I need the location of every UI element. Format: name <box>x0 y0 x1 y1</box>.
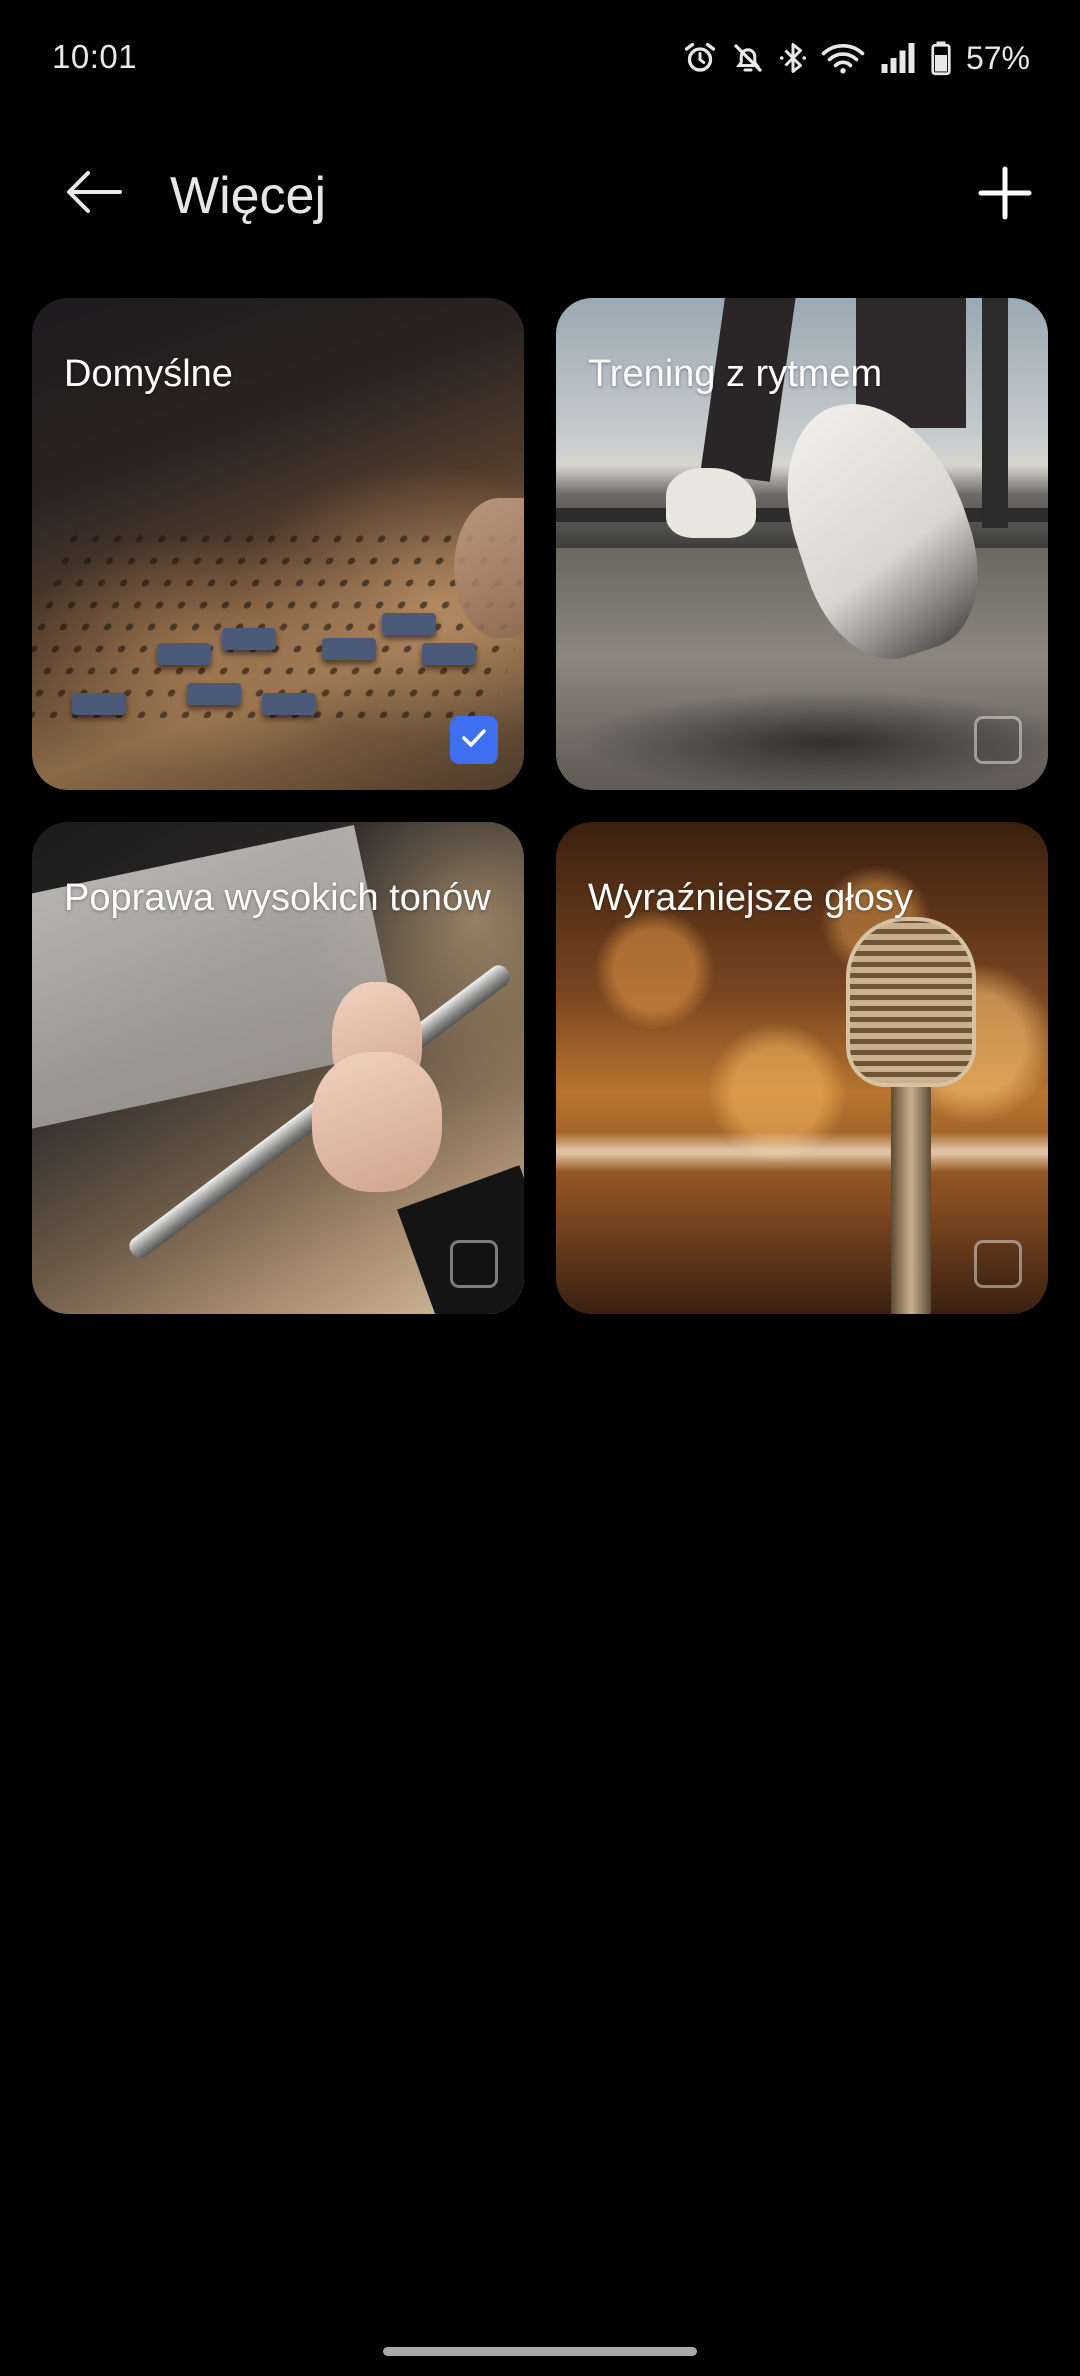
status-bar: 10:01 57% <box>0 0 1080 120</box>
bluetooth-icon <box>778 40 808 76</box>
add-button[interactable] <box>970 160 1040 230</box>
status-icons: 57% <box>682 36 1030 80</box>
card-rhythm-training[interactable]: Trening z rytmem <box>556 298 1048 790</box>
screen: 10:01 57% Więcej Domyślne Trening z rytm… <box>0 0 1080 2376</box>
sound-profile-grid: Domyślne Trening z rytmem Poprawa wysoki… <box>32 298 1048 1314</box>
card-checkbox[interactable] <box>974 716 1022 764</box>
card-default[interactable]: Domyślne <box>32 298 524 790</box>
wifi-icon <box>820 40 866 76</box>
checkmark-icon <box>458 722 490 759</box>
card-checkbox[interactable] <box>450 1240 498 1288</box>
card-checkbox[interactable] <box>974 1240 1022 1288</box>
card-title: Trening z rytmem <box>588 353 883 395</box>
page-title: Więcej <box>170 167 327 225</box>
status-time: 10:01 <box>52 38 138 75</box>
card-title: Wyraźniejsze głosy <box>588 877 913 919</box>
back-button[interactable] <box>56 164 132 224</box>
card-clearer-voices[interactable]: Wyraźniejsze głosy <box>556 822 1048 1314</box>
card-treble-boost[interactable]: Poprawa wysokich tonów <box>32 822 524 1314</box>
header: Więcej <box>0 150 1080 240</box>
signal-icon <box>878 40 918 76</box>
alarm-icon <box>682 40 718 76</box>
plus-icon <box>977 165 1033 226</box>
home-indicator[interactable] <box>383 2347 697 2356</box>
battery-percent: 57% <box>965 39 1030 76</box>
card-title: Domyślne <box>64 353 233 395</box>
battery-icon <box>930 40 952 76</box>
card-checkbox-checked[interactable] <box>450 716 498 764</box>
back-arrow-icon <box>64 167 124 222</box>
card-title: Poprawa wysokich tonów <box>64 877 491 919</box>
notifications-off-icon <box>730 40 766 76</box>
